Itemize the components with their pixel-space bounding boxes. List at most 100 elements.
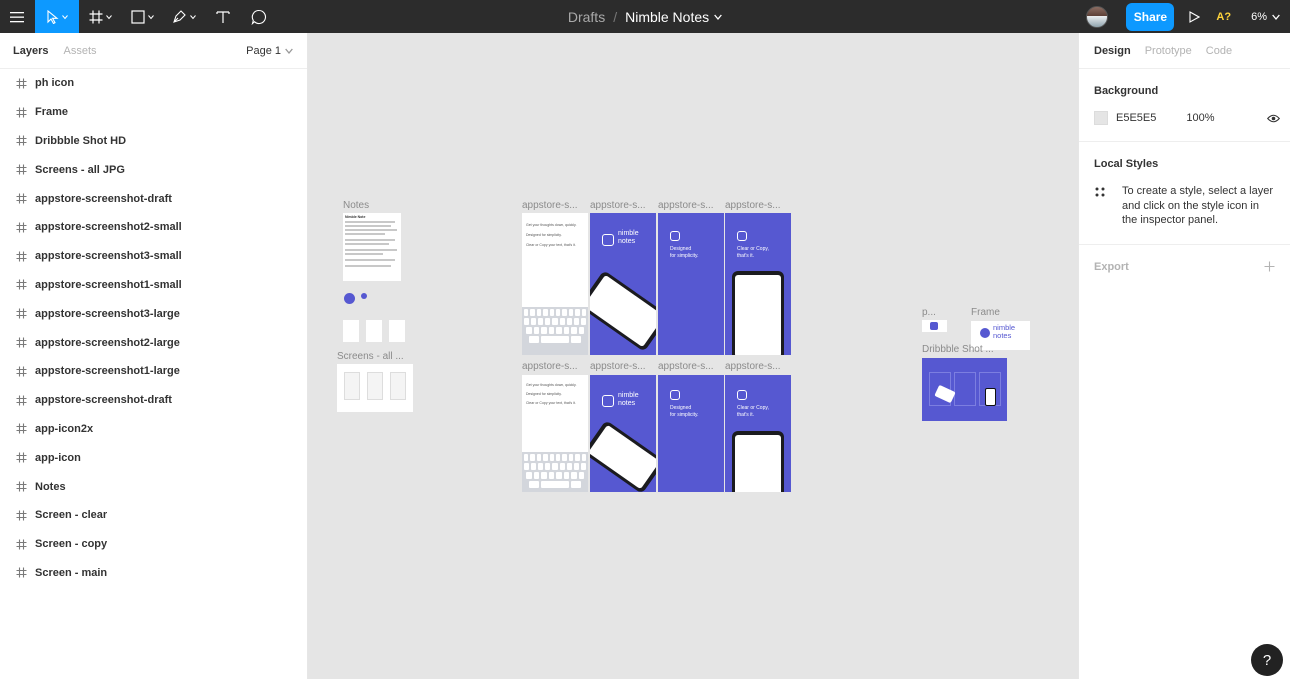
layer-item[interactable]: ph icon [0,69,307,98]
layer-item[interactable]: Screen - main [0,559,307,588]
help-button[interactable]: ? [1251,644,1283,676]
properties-panel: Design Prototype Code Background E5E5E5 … [1078,33,1290,679]
text-tool-button[interactable] [205,0,241,33]
caption-clear-or-copy: Clear or Copy, [737,405,769,411]
frame-label-appstore[interactable]: appstore-s... [725,361,781,372]
layer-item[interactable]: Notes [0,472,307,501]
frame-label-appstore[interactable]: appstore-s... [522,200,578,211]
layer-item[interactable]: appstore-screenshot1-large [0,357,307,386]
layer-item[interactable]: Screens - all JPG [0,155,307,184]
background-opacity[interactable]: 100% [1186,112,1214,124]
toolbar-right: Share A? 6% [1086,0,1290,33]
appstore-screenshot-blue-frame[interactable]: Designed for simplicity. [658,213,724,355]
layer-label: Screens - all JPG [35,163,125,176]
shape-tool-button[interactable] [121,0,163,33]
layer-item[interactable]: appstore-screenshot1-small [0,271,307,300]
frame-label-appstore[interactable]: appstore-s... [658,361,714,372]
accessibility-button[interactable]: A? [1216,11,1231,23]
move-tool-button[interactable] [35,0,79,33]
frame-label-notes[interactable]: Notes [343,200,369,211]
breadcrumb-separator: / [613,8,618,25]
screens-all-frame[interactable] [337,364,413,412]
export-section: Export [1079,245,1290,289]
phone-graphic [732,431,784,492]
appstore-screenshot-blue-frame[interactable]: Clear or Copy, that's it. [725,213,791,355]
layer-item[interactable]: Dribbble Shot HD [0,127,307,156]
layer-item[interactable]: Frame [0,98,307,127]
tab-prototype[interactable]: Prototype [1145,45,1192,57]
app-logo-icon [737,231,747,241]
background-title: Background [1094,85,1159,97]
layer-item[interactable]: Screen - copy [0,530,307,559]
frame-label-ph-icon[interactable]: p... [922,307,936,318]
zoom-control[interactable]: 6% [1251,11,1280,23]
layer-label: Notes [35,480,66,493]
ph-icon-frame[interactable] [922,320,947,332]
frame-label-appstore[interactable]: appstore-s... [522,361,578,372]
layer-item[interactable]: Screen - clear [0,501,307,530]
eye-icon[interactable] [1267,114,1280,123]
layer-item[interactable]: appstore-screenshot-draft [0,184,307,213]
rectangle-icon [130,9,145,24]
appstore-screenshot-blue-frame[interactable]: Designed for simplicity. [658,375,724,492]
tab-layers[interactable]: Layers [13,45,48,57]
frame-hash-icon [16,452,27,463]
background-section: Background E5E5E5 100% [1079,69,1290,142]
appstore-screenshot-draft-frame[interactable]: Get your thoughts down, quickly. Designe… [522,213,588,355]
main-menu-button[interactable] [0,0,33,33]
appstore-screenshot-blue-frame[interactable]: nimble notes [590,213,656,355]
caption-thats-it: that's it. [737,412,755,418]
frame-hash-icon [16,78,27,89]
frame-label-appstore[interactable]: appstore-s... [590,200,646,211]
dribbble-shot-frame[interactable] [922,358,1007,421]
appstore-screenshot-draft-frame[interactable]: Get your thoughts down, quickly. Designe… [522,375,588,492]
caption-designed: Designed [670,405,692,411]
frame-hash-icon [16,337,27,348]
frame-label-appstore[interactable]: appstore-s... [590,361,646,372]
chevron-down-icon [105,14,112,19]
layer-item[interactable]: app-icon [0,443,307,472]
frame-label-frame[interactable]: Frame [971,307,1000,318]
frame-label-dribbble[interactable]: Dribbble Shot ... [922,344,994,355]
export-row: Export [1094,261,1275,273]
avatar[interactable] [1086,5,1109,28]
layer-item[interactable]: appstore-screenshot2-large [0,328,307,357]
app-icon2x-thumb[interactable] [344,293,355,304]
background-hex[interactable]: E5E5E5 [1116,112,1156,124]
screen-thumb[interactable] [366,320,382,342]
appstore-screenshot-blue-frame[interactable]: nimble notes [590,375,656,492]
play-icon[interactable] [1188,10,1201,23]
share-button[interactable]: Share [1126,2,1175,31]
pen-tool-button[interactable] [163,0,205,33]
tab-design[interactable]: Design [1094,45,1131,57]
draft-bullet-2: Designed for simplicity. [526,392,562,396]
comment-tool-button[interactable] [241,0,277,33]
tab-assets[interactable]: Assets [63,45,96,57]
frame-label-appstore[interactable]: appstore-s... [725,200,781,211]
screen-thumb[interactable] [389,320,405,342]
layer-item[interactable]: app-icon2x [0,415,307,444]
app-icon-thumb[interactable] [361,293,367,299]
frame-tool-button[interactable] [79,0,121,33]
caption-for-simplicity: for simplicity. [670,412,699,418]
layer-item[interactable]: appstore-screenshot-draft [0,386,307,415]
app-logo-icon [602,395,614,407]
app-logo-icon [602,234,614,246]
frame-label-screens-all[interactable]: Screens - all ... [337,351,404,362]
page-selector[interactable]: Page 1 [246,45,293,57]
layer-item[interactable]: appstore-screenshot3-small [0,242,307,271]
screen-thumb[interactable] [343,320,359,342]
notes-frame[interactable]: Nimble Note [343,213,401,281]
plus-icon[interactable] [1264,261,1275,272]
background-swatch[interactable] [1094,111,1108,125]
tab-code[interactable]: Code [1206,45,1232,57]
breadcrumb-drafts[interactable]: Drafts [568,9,605,25]
layer-label: Dribbble Shot HD [35,134,127,147]
file-name[interactable]: Nimble Notes [625,9,709,25]
frame-label-appstore[interactable]: appstore-s... [658,200,714,211]
layer-item[interactable]: appstore-screenshot3-large [0,299,307,328]
canvas[interactable]: Notes Nimble Note Screens - all ... apps… [308,33,1078,679]
chevron-down-icon[interactable] [714,13,722,21]
appstore-screenshot-blue-frame[interactable]: Clear or Copy, that's it. [725,375,791,492]
layer-item[interactable]: appstore-screenshot2-small [0,213,307,242]
